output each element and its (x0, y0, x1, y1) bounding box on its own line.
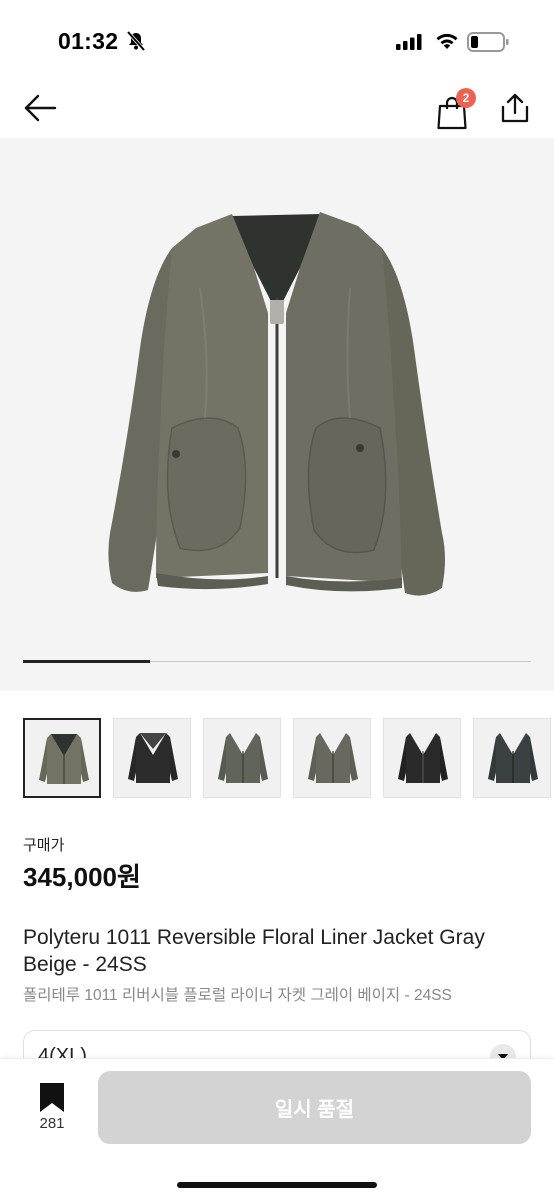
product-image-carousel[interactable] (0, 138, 554, 691)
top-nav: 2 (0, 80, 554, 136)
product-title-en: Polyteru 1011 Reversible Floral Liner Ja… (23, 926, 485, 976)
bell-slash-icon (125, 30, 147, 57)
battery-icon (467, 32, 509, 57)
back-button[interactable] (20, 90, 60, 126)
bookmark-button[interactable]: 281 (30, 1081, 74, 1137)
status-time: 01:32 (58, 28, 119, 54)
home-indicator (177, 1182, 377, 1188)
product-jacket-image (108, 212, 445, 596)
thumbnail-black[interactable] (113, 718, 191, 798)
thumbnail-olive[interactable] (203, 718, 281, 798)
product-title-ko: 폴리테루 1011 리버시블 플로럴 라이너 자켓 그레이 베이지 - 24SS (23, 987, 452, 1004)
jacket-thumbnail-image (218, 733, 268, 783)
price-label: 구매가 (23, 837, 65, 854)
cellular-signal-icon (396, 34, 422, 55)
jacket-thumbnail-image (39, 734, 89, 784)
bookmark-count: 281 (39, 1115, 65, 1132)
thumbnail-strip (23, 718, 554, 800)
price-value: 345,000원 (23, 862, 141, 892)
thumbnail-gray[interactable] (293, 718, 371, 798)
sold-out-button[interactable]: 일시 품절 (98, 1071, 531, 1144)
jacket-thumbnail-image (128, 733, 178, 783)
carousel-progress-indicator (23, 660, 150, 663)
share-icon (501, 93, 529, 123)
wifi-icon (435, 32, 459, 55)
thumbnail-gray-beige[interactable] (23, 718, 101, 798)
arrow-left-icon (24, 94, 57, 122)
bottom-action-bar: 281 일시 품절 (0, 1058, 554, 1200)
jacket-thumbnail-image (488, 733, 538, 783)
bookmark-icon (40, 1083, 64, 1112)
thumbnail-black-2[interactable] (383, 718, 461, 798)
jacket-thumbnail-image (398, 733, 448, 783)
cart-button[interactable]: 2 (434, 88, 476, 130)
thumbnail-charcoal[interactable] (473, 718, 551, 798)
jacket-thumbnail-image (308, 733, 358, 783)
status-bar: 01:32 (0, 0, 554, 80)
share-button[interactable] (496, 88, 534, 128)
cart-count-badge: 2 (456, 88, 476, 108)
